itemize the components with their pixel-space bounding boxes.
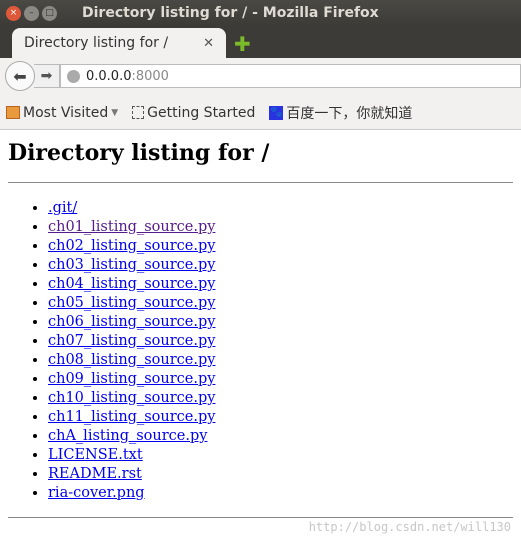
title-bar: × – □ Directory listing for / - Mozilla …: [0, 0, 521, 26]
divider: [8, 182, 513, 183]
file-link[interactable]: ch09_listing_source.py: [48, 371, 215, 387]
list-item: ch08_listing_source.py: [48, 351, 513, 370]
divider: [8, 517, 513, 518]
bookmark-label: Most Visited: [23, 104, 109, 121]
nav-bar: ⬅ ➡ 0.0.0.0:8000: [0, 58, 521, 96]
list-item: ch05_listing_source.py: [48, 294, 513, 313]
bookmark-label: Getting Started: [147, 104, 256, 121]
file-link[interactable]: ch01_listing_source.py: [48, 219, 215, 235]
file-link[interactable]: ch11_listing_source.py: [48, 409, 215, 425]
list-item: ch04_listing_source.py: [48, 275, 513, 294]
bookmark-getting-started[interactable]: Getting Started: [132, 105, 255, 121]
list-item: ch02_listing_source.py: [48, 237, 513, 256]
list-item: ch03_listing_source.py: [48, 256, 513, 275]
url-port: :8000: [131, 68, 169, 84]
list-item: ch10_listing_source.py: [48, 389, 513, 408]
page-heading: Directory listing for /: [8, 140, 270, 166]
file-link[interactable]: .git/: [48, 200, 77, 216]
file-link[interactable]: ch06_listing_source.py: [48, 314, 215, 330]
file-link[interactable]: ch05_listing_source.py: [48, 295, 215, 311]
close-window-button[interactable]: ×: [6, 5, 21, 21]
tab-directory-listing[interactable]: Directory listing for / ✕: [12, 28, 226, 58]
tab-bar: Directory listing for / ✕ ✚: [0, 26, 521, 58]
watermark: http://blog.csdn.net/will130: [308, 520, 511, 534]
list-item: ch11_listing_source.py: [48, 408, 513, 427]
file-link[interactable]: ch03_listing_source.py: [48, 257, 215, 273]
forward-arrow-icon[interactable]: ➡: [34, 64, 60, 88]
file-link[interactable]: README.rst: [48, 466, 142, 482]
list-item: README.rst: [48, 465, 513, 484]
list-item: chA_listing_source.py: [48, 427, 513, 446]
list-item: LICENSE.txt: [48, 446, 513, 465]
url-host: 0.0.0.0: [86, 68, 132, 84]
chevron-down-icon: ▼: [111, 107, 119, 118]
file-link[interactable]: ch07_listing_source.py: [48, 333, 215, 349]
file-list: .git/ch01_listing_source.py ch02_listing_…: [48, 199, 513, 503]
bookmark-label: 百度一下，你就知道: [286, 105, 413, 122]
list-item: ch06_listing_source.py: [48, 313, 513, 332]
file-link[interactable]: ch02_listing_source.py: [48, 238, 215, 254]
file-link[interactable]: ria-cover.png: [48, 485, 145, 501]
bookmark-baidu[interactable]: 🐾 百度一下，你就知道: [269, 103, 412, 123]
file-link[interactable]: ch10_listing_source.py: [48, 390, 215, 406]
back-arrow-icon[interactable]: ⬅: [5, 61, 35, 91]
window-title: Directory listing for / - Mozilla Firefo…: [82, 5, 379, 21]
new-tab-plus-icon[interactable]: ✚: [234, 32, 251, 56]
list-item: .git/: [48, 199, 513, 218]
list-item: ria-cover.png: [48, 484, 513, 503]
page-icon: [132, 106, 145, 119]
file-link[interactable]: ch04_listing_source.py: [48, 276, 215, 292]
list-item: ch07_listing_source.py: [48, 332, 513, 351]
url-bar[interactable]: 0.0.0.0:8000: [60, 64, 521, 88]
list-item: ch09_listing_source.py: [48, 370, 513, 389]
folder-icon: [6, 106, 20, 119]
bookmark-most-visited[interactable]: Most Visited ▼: [6, 105, 118, 121]
close-tab-icon[interactable]: ✕: [203, 36, 214, 51]
file-link[interactable]: ch08_listing_source.py: [48, 352, 215, 368]
minimize-window-button[interactable]: –: [24, 5, 39, 21]
baidu-paw-icon: 🐾: [269, 105, 284, 120]
globe-icon: [67, 69, 80, 83]
page-content: Directory listing for / .git/ch01_listin…: [0, 130, 521, 518]
bookmarks-toolbar: Most Visited ▼ Getting Started 🐾 百度一下，你就知道: [0, 96, 521, 130]
file-link[interactable]: LICENSE.txt: [48, 447, 143, 463]
file-link[interactable]: chA_listing_source.py: [48, 428, 207, 444]
tab-label: Directory listing for /: [24, 35, 169, 51]
list-item: ch01_listing_source.py: [48, 218, 513, 237]
maximize-window-button[interactable]: □: [42, 5, 57, 21]
